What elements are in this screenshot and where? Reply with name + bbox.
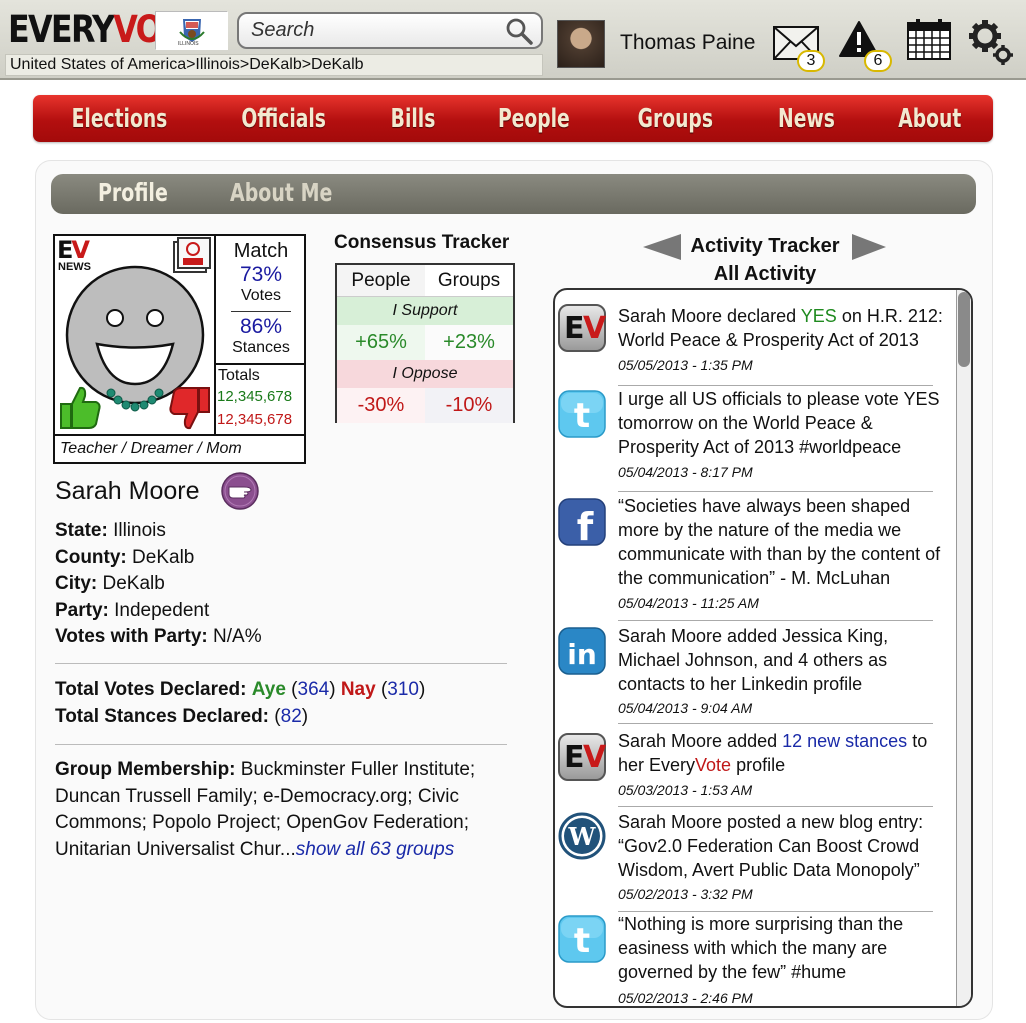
stances-count-link[interactable]: 82 [281, 706, 302, 727]
everyvote-icon: EV [558, 733, 606, 781]
activity-feed[interactable]: EV Sarah Moore declared YES on H.R. 212:… [553, 288, 973, 1008]
stances-match-label: Stances [232, 339, 290, 356]
col-groups[interactable]: Groups [425, 265, 513, 296]
messages-count-badge: 3 [797, 50, 825, 72]
votes-with-party-row: Votes with Party: N/A% [55, 626, 262, 647]
totals-thumbs-up: 12,345,678 [217, 388, 293, 405]
consensus-table: People Groups I Support +65% +23% I Oppo… [335, 263, 515, 423]
thumbs-down-icon[interactable] [166, 386, 212, 432]
alerts-count-badge: 6 [864, 50, 892, 72]
party-row: Party: Indepedent [55, 599, 210, 621]
nav-people[interactable]: People [498, 104, 570, 134]
divider [55, 663, 507, 664]
nav-elections[interactable]: Elections [71, 104, 167, 134]
tab-profile[interactable]: Profile [98, 178, 168, 207]
top-bar: EVERYVOTE ILLINOIS United States of Amer… [0, 0, 1026, 80]
wordpress-icon: W [558, 812, 606, 860]
search-box[interactable] [237, 12, 543, 49]
alerts-button[interactable]: 6 [838, 20, 893, 72]
scrollbar-thumb[interactable] [958, 292, 970, 367]
group-membership: Group Membership: Buckminster Fuller Ins… [55, 759, 476, 860]
location-breadcrumb[interactable]: United States of America>Illinois>DeKalb… [5, 54, 543, 76]
settings-gear-icon[interactable] [968, 18, 1014, 66]
activity-timestamp: 05/04/2013 - 9:04 AM [618, 700, 753, 716]
messages-button[interactable]: 3 [773, 20, 825, 72]
svg-text:t: t [574, 396, 590, 436]
county-row: County: DeKalb [55, 546, 195, 568]
svg-text:in: in [567, 638, 597, 671]
nav-news[interactable]: News [778, 104, 835, 134]
consensus-tracker-title: Consensus Tracker [334, 232, 510, 253]
avatar: EV NEWS [55, 236, 215, 434]
nav-groups[interactable]: Groups [638, 104, 713, 134]
divider [55, 744, 507, 745]
activity-timestamp: 05/03/2013 - 1:53 AM [618, 782, 753, 798]
profile-card: EV NEWS Match 73% Votes 86% Stances Tota… [53, 234, 306, 464]
activity-timestamp: 05/04/2013 - 8:17 PM [618, 464, 753, 480]
total-stances-row: Total Stances Declared: (82) [55, 705, 309, 727]
activity-timestamp: 05/02/2013 - 3:32 PM [618, 886, 753, 902]
support-people-pct: +65% [337, 325, 425, 360]
profile-tagline: Teacher / Dreamer / Mom [60, 440, 242, 457]
totals-label: Totals [218, 367, 260, 384]
state-row: State: Illinois [55, 520, 166, 541]
activity-timestamp: 05/02/2013 - 2:46 PM [618, 990, 753, 1006]
nav-about[interactable]: About [898, 104, 961, 134]
city-row: City: DeKalb [55, 573, 165, 594]
vote-totals: Total Votes Declared: Aye (364) Nay (310… [55, 677, 425, 730]
match-section: Match 73% Votes 86% Stances [216, 236, 306, 357]
nav-officials[interactable]: Officials [242, 104, 326, 134]
oppose-label: I Oppose [337, 360, 513, 388]
activity-timestamp: 05/04/2013 - 11:25 AM [618, 595, 759, 611]
search-icon[interactable] [505, 17, 533, 45]
tab-about-me[interactable]: About Me [230, 178, 332, 207]
nav-bills[interactable]: Bills [391, 104, 436, 134]
profile-name: Sarah Moore [55, 477, 200, 505]
feed-scrollbar[interactable] [956, 290, 971, 1006]
pointing-hand-icon[interactable] [220, 471, 260, 511]
svg-text:t: t [574, 921, 590, 961]
match-title: Match [233, 240, 289, 262]
facebook-icon: f [558, 498, 606, 546]
support-groups-pct: +23% [425, 325, 513, 360]
svg-text:W: W [568, 822, 597, 851]
votes-match-pct: 73% [239, 263, 283, 286]
search-input[interactable] [251, 14, 501, 47]
illinois-flag-icon: ILLINOIS [155, 11, 228, 50]
col-people[interactable]: People [337, 265, 425, 296]
twitter-icon: t [558, 390, 606, 438]
twitter-icon: t [558, 915, 606, 963]
activity-timestamp: 05/05/2013 - 1:35 PM [618, 357, 753, 373]
profile-details: State: Illinois County: DeKalb City: DeK… [55, 518, 262, 651]
svg-text:f: f [577, 505, 594, 546]
total-votes-row: Total Votes Declared: Aye (364) Nay (310… [55, 679, 426, 700]
totals-thumbs-down: 12,345,678 [217, 411, 293, 428]
main-nav: Elections Officials Bills People Groups … [33, 95, 993, 142]
linkedin-icon: in [558, 627, 606, 675]
user-avatar[interactable] [557, 20, 605, 68]
new-stances-link[interactable]: 12 new stances [782, 731, 907, 751]
profile-subtabs: Profile About Me [51, 174, 976, 214]
user-name[interactable]: Thomas Paine [620, 31, 755, 55]
activity-tracker-header: Activity Tracker All Activity [640, 232, 890, 288]
activity-filter[interactable]: All Activity [640, 260, 890, 288]
calendar-icon[interactable] [906, 19, 952, 61]
activity-tracker-title: Activity Tracker [690, 235, 840, 257]
oppose-people-pct: -30% [337, 388, 425, 423]
aye-count-link[interactable]: 364 [298, 679, 330, 700]
thumbs-up-icon[interactable] [58, 384, 104, 430]
support-label: I Support [337, 297, 513, 325]
oppose-groups-pct: -10% [425, 388, 513, 423]
everyvote-icon: EV [558, 304, 606, 352]
nay-count-link[interactable]: 310 [387, 679, 419, 700]
show-all-groups-link[interactable]: show all 63 groups [296, 839, 454, 860]
votes-match-label: Votes [240, 287, 282, 304]
stances-match-pct: 86% [239, 315, 283, 338]
